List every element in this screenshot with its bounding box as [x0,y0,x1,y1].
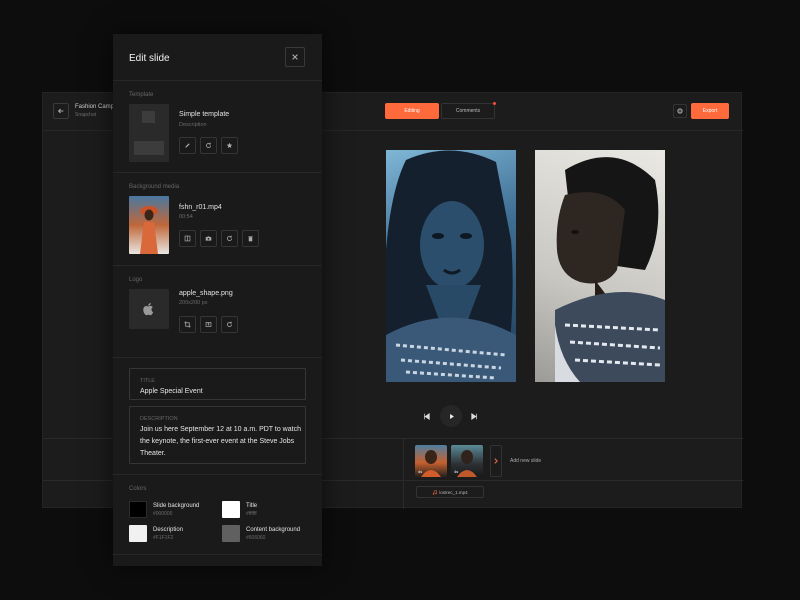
template-description: Description [179,122,207,128]
color-name: Content background [246,527,301,533]
play-button[interactable] [440,405,462,427]
slide-preview-1[interactable] [386,150,516,382]
edit-slide-panel: Edit slide Template Simple template Desc… [113,34,322,566]
skip-forward-icon [470,412,477,420]
add-slide-label[interactable]: Add new slide [510,458,541,464]
divider [113,265,322,266]
divider [113,474,322,475]
swatch-slide-background[interactable] [129,501,147,518]
export-button[interactable]: Export [691,103,729,119]
add-slide-button[interactable] [490,445,502,477]
background-media-section-label: Background media [129,184,180,190]
color-hex: #F1F1F2 [153,535,174,541]
portrait-image [386,150,516,382]
split-view-icon [184,235,191,242]
background-media-thumbnail[interactable] [129,196,169,254]
skip-back-icon [423,412,430,420]
image-upload-icon [205,322,212,327]
divider [113,172,322,173]
swatch-description[interactable] [129,525,147,542]
template-name: Simple template [179,111,230,118]
split-media-button[interactable] [179,230,196,247]
tab-comments[interactable]: Comments [441,102,496,119]
project-subtitle: Snapchat [75,112,97,118]
refresh-icon [206,142,211,148]
color-hex: #606060 [246,535,266,541]
background-media-file: fshn_r01.mp4 [179,204,222,211]
color-name: Description [153,527,184,533]
delete-media-button[interactable] [242,230,259,247]
close-icon [292,54,298,60]
panel-title: Edit slide [129,53,170,64]
description-field-label: DESCRIPTION [140,416,178,422]
tab-comments-label: Comments [455,108,481,114]
swatch-content-background[interactable] [222,525,240,542]
swatch-title[interactable] [222,501,240,518]
replace-logo-button[interactable] [221,316,238,333]
title-field[interactable]: TITLE Apple Special Event [129,368,306,400]
close-button[interactable] [285,47,305,67]
replace-media-button[interactable] [221,230,238,247]
timeline-divider [403,438,404,509]
music-note-icon [433,489,438,495]
apple-logo-icon [143,303,154,316]
slide-duration: 4s [418,469,423,474]
pencil-icon [185,143,190,148]
audio-file-name: lostrec_1.mp4 [439,489,468,495]
logo-file: apple_shape.png [179,290,233,297]
timeline-slide-2[interactable]: 4s [451,445,483,477]
settings-button[interactable] [673,104,687,118]
previous-button[interactable] [421,411,431,421]
gear-icon [677,108,683,114]
slide-duration: 4s [454,469,459,474]
color-name: Slide background [153,503,200,509]
slide-preview-2[interactable] [535,150,665,382]
camera-button[interactable] [200,230,217,247]
title-field-value: Apple Special Event [140,388,203,395]
logo-section-label: Logo [129,277,143,283]
background-media-image [140,206,158,254]
divider [113,80,322,81]
next-button[interactable] [469,411,479,421]
portrait-profile-image [555,157,665,382]
refresh-icon [227,235,232,241]
arrow-left-icon [57,108,64,114]
camera-icon [205,236,212,241]
project-name: Fashion Camp [75,104,115,110]
description-field-value: Join us here September 12 at 10 a.m. PDT… [140,426,301,457]
tab-editing[interactable]: Editing [385,103,439,119]
description-field[interactable]: DESCRIPTION Join us here September 12 at… [129,406,306,464]
template-thumbnail[interactable] [129,104,169,162]
crop-logo-button[interactable] [179,316,196,333]
crop-icon [184,321,191,328]
audio-track[interactable]: lostrec_1.mp4 [416,486,484,498]
replace-template-button[interactable] [200,137,217,154]
divider [113,357,322,358]
title-field-label: TITLE [140,378,155,384]
color-hex: #ffffff [246,511,257,517]
logo-thumbnail[interactable] [129,289,169,329]
play-icon [449,413,454,419]
chevron-right-icon [494,458,498,464]
color-name: Title [246,503,258,509]
favorite-template-button[interactable] [221,137,238,154]
timeline-slide-1[interactable]: 4s [415,445,447,477]
edit-template-button[interactable] [179,137,196,154]
trash-icon [248,236,253,242]
back-button[interactable] [53,103,69,119]
refresh-icon [227,321,232,327]
notification-dot [493,102,496,105]
divider [113,554,322,555]
upload-logo-button[interactable] [200,316,217,333]
background-media-duration: 00:54 [179,214,193,220]
star-icon [226,142,233,149]
colors-section-label: Colors [129,486,147,492]
logo-size: 200x200 px [179,300,208,306]
template-section-label: Template [129,92,154,98]
color-hex: #000000 [153,511,173,517]
